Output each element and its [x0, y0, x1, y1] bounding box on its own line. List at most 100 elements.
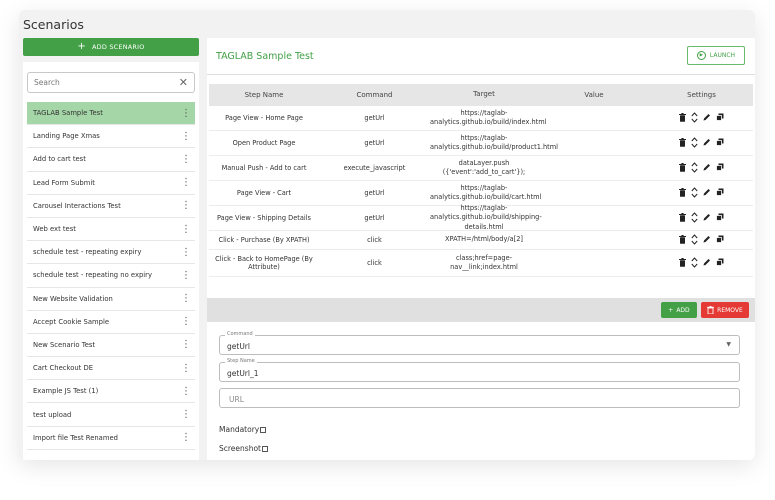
- kebab-menu-icon[interactable]: ⋮: [181, 386, 191, 397]
- step-name-label: Step Name: [225, 358, 257, 364]
- kebab-menu-icon[interactable]: ⋮: [181, 177, 191, 188]
- delete-step-icon[interactable]: [679, 112, 686, 124]
- settings-cell: [650, 233, 753, 247]
- kebab-menu-icon[interactable]: ⋮: [181, 316, 191, 327]
- command-value: getUrl: [227, 342, 250, 351]
- table-row[interactable]: Page View - Home Page getUrl https://tagla…: [209, 106, 753, 131]
- add-step-button[interactable]: + ADD: [661, 302, 697, 318]
- copy-icon[interactable]: [716, 113, 724, 123]
- copy-icon[interactable]: [716, 163, 724, 173]
- copy-icon[interactable]: [716, 213, 724, 223]
- scenario-list-item[interactable]: schedule test - repeating expiry ⋮: [27, 241, 195, 265]
- scenario-list-item[interactable]: TAGLAB Sample Test ⋮: [27, 102, 195, 126]
- kebab-menu-icon[interactable]: ⋮: [181, 224, 191, 235]
- step-name-field[interactable]: Step Name getUrl_1: [219, 358, 740, 382]
- command-select[interactable]: Command getUrl ▼: [219, 331, 740, 355]
- table-row[interactable]: Click - Back to HomePage (By Attribute) c…: [209, 250, 753, 277]
- copy-icon[interactable]: [716, 138, 724, 148]
- scenario-list-item[interactable]: Accept Cookie Sample ⋮: [27, 311, 195, 334]
- kebab-menu-icon[interactable]: ⋮: [181, 363, 191, 374]
- add-scenario-button[interactable]: + ADD SCENARIO: [23, 38, 199, 56]
- settings-cell: [650, 256, 753, 270]
- search-input[interactable]: [34, 78, 179, 87]
- copy-icon[interactable]: [716, 235, 724, 245]
- command-cell: execute_javascript: [343, 164, 406, 172]
- reorder-icon[interactable]: [691, 186, 698, 200]
- scenario-item-label: schedule test - repeating expiry: [33, 248, 142, 257]
- launch-button[interactable]: ▶ LAUNCH: [687, 46, 745, 65]
- scenario-list-item[interactable]: New Website Validation ⋮: [27, 288, 195, 311]
- edit-icon[interactable]: [703, 213, 711, 223]
- delete-step-icon[interactable]: [679, 162, 686, 174]
- scenario-list-item[interactable]: schedule test - repeating no expiry ⋮: [27, 264, 195, 288]
- scenario-list-item[interactable]: Landing Page Xmas ⋮: [27, 125, 195, 149]
- delete-step-icon[interactable]: [679, 234, 686, 246]
- scenario-list-item[interactable]: Cart Checkout DE ⋮: [27, 357, 195, 381]
- remove-step-label: REMOVE: [717, 306, 743, 314]
- editor-header: TAGLAB Sample Test ▶ LAUNCH: [207, 38, 755, 75]
- screenshot-checkbox[interactable]: [261, 445, 268, 452]
- edit-icon[interactable]: [703, 258, 711, 268]
- scenario-list-item[interactable]: Add to cart test ⋮: [27, 148, 195, 172]
- edit-icon[interactable]: [703, 188, 711, 198]
- delete-step-icon[interactable]: [679, 257, 686, 269]
- command-cell: getUrl: [364, 214, 385, 222]
- copy-icon[interactable]: [716, 188, 724, 198]
- kebab-menu-icon[interactable]: ⋮: [181, 432, 191, 443]
- scenario-list-item[interactable]: Carousel Interactions Test ⋮: [27, 195, 195, 218]
- command-cell: getUrl: [364, 114, 385, 122]
- step-name-cell: Click - Purchase (By XPATH): [218, 236, 310, 244]
- reorder-icon[interactable]: [691, 256, 698, 270]
- play-circle-icon: ▶: [696, 51, 706, 60]
- scenario-list-item[interactable]: New Scenario Test ⋮: [27, 334, 195, 358]
- reorder-icon[interactable]: [691, 111, 698, 125]
- kebab-menu-icon[interactable]: ⋮: [181, 200, 191, 211]
- reorder-icon[interactable]: [691, 136, 698, 150]
- target-cell: class;href=page-nav__link;index.html: [450, 253, 518, 272]
- table-row[interactable]: Open Product Page getUrl https://taglab-an…: [209, 131, 753, 156]
- kebab-menu-icon[interactable]: ⋮: [181, 154, 191, 165]
- table-row[interactable]: Click - Purchase (By XPATH) click XPATH=/h…: [209, 231, 753, 250]
- mandatory-checkbox[interactable]: [260, 426, 267, 433]
- settings-cell: [650, 111, 753, 125]
- delete-step-icon[interactable]: [679, 187, 686, 199]
- reorder-icon[interactable]: [691, 233, 698, 247]
- screenshot-label: Screenshot: [219, 444, 261, 453]
- edit-icon[interactable]: [703, 163, 711, 173]
- reorder-icon[interactable]: [691, 161, 698, 175]
- kebab-menu-icon[interactable]: ⋮: [181, 293, 191, 304]
- column-header: Step Name: [244, 91, 284, 99]
- delete-step-icon[interactable]: [679, 137, 686, 149]
- scenario-list-item[interactable]: test upload ⋮: [27, 403, 195, 427]
- scenario-list-item[interactable]: Lead Form Submit ⋮: [27, 172, 195, 195]
- kebab-menu-icon[interactable]: ⋮: [181, 108, 191, 119]
- kebab-menu-icon[interactable]: ⋮: [181, 131, 191, 142]
- step-toolbar: + ADD REMOVE: [207, 298, 755, 322]
- edit-icon[interactable]: [703, 138, 711, 148]
- launch-label: LAUNCH: [709, 52, 736, 59]
- step-name-cell: Manual Push - Add to cart: [221, 164, 307, 172]
- target-cell: dataLayer.push ({'event':'add_to_cart'})…: [442, 158, 526, 177]
- delete-step-icon[interactable]: [679, 212, 686, 224]
- scenario-list-item[interactable]: Import file Test Renamed ⋮: [27, 427, 195, 450]
- scenario-list-item[interactable]: Web ext test ⋮: [27, 218, 195, 242]
- clear-search-icon[interactable]: ✕: [179, 76, 188, 89]
- remove-step-button[interactable]: REMOVE: [701, 302, 749, 318]
- command-cell: click: [367, 259, 382, 267]
- table-row[interactable]: Page View - Cart getUrl https://taglab-ana…: [209, 181, 753, 206]
- add-step-label: ADD: [676, 306, 690, 314]
- url-field[interactable]: URL: [219, 388, 740, 408]
- copy-icon[interactable]: [716, 258, 724, 268]
- kebab-menu-icon[interactable]: ⋮: [181, 339, 191, 350]
- table-row[interactable]: Manual Push - Add to cart execute_javascr…: [209, 156, 753, 181]
- scenario-list-item[interactable]: Example JS Test (1) ⋮: [27, 380, 195, 404]
- reorder-icon[interactable]: [691, 211, 698, 225]
- command-label: Command: [225, 331, 255, 337]
- edit-icon[interactable]: [703, 113, 711, 123]
- edit-icon[interactable]: [703, 235, 711, 245]
- kebab-menu-icon[interactable]: ⋮: [181, 409, 191, 420]
- search-box: ✕: [27, 72, 195, 93]
- table-row[interactable]: Page View - Shipping Details getUrl https:…: [209, 204, 753, 231]
- kebab-menu-icon[interactable]: ⋮: [181, 247, 191, 258]
- kebab-menu-icon[interactable]: ⋮: [181, 270, 191, 281]
